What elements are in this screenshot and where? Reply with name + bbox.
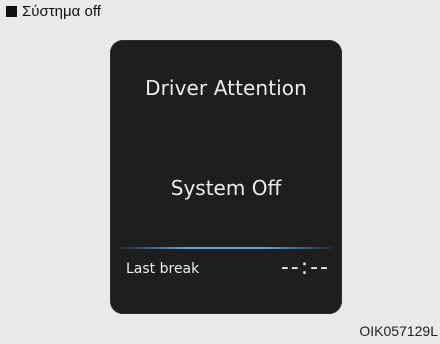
caption-text: Σύστημα off (22, 2, 101, 20)
display-divider (120, 247, 332, 249)
system-status: System Off (170, 176, 282, 200)
image-code: OIK057129L (359, 323, 438, 339)
last-break-value: --:-- (280, 255, 330, 280)
black-square-icon (6, 5, 17, 17)
display-title: Driver Attention (145, 76, 307, 100)
section-caption: Σύστημα off (6, 2, 101, 20)
last-break-label: Last break (126, 261, 200, 277)
cluster-display: Driver Attention System Off Last break -… (110, 40, 342, 314)
